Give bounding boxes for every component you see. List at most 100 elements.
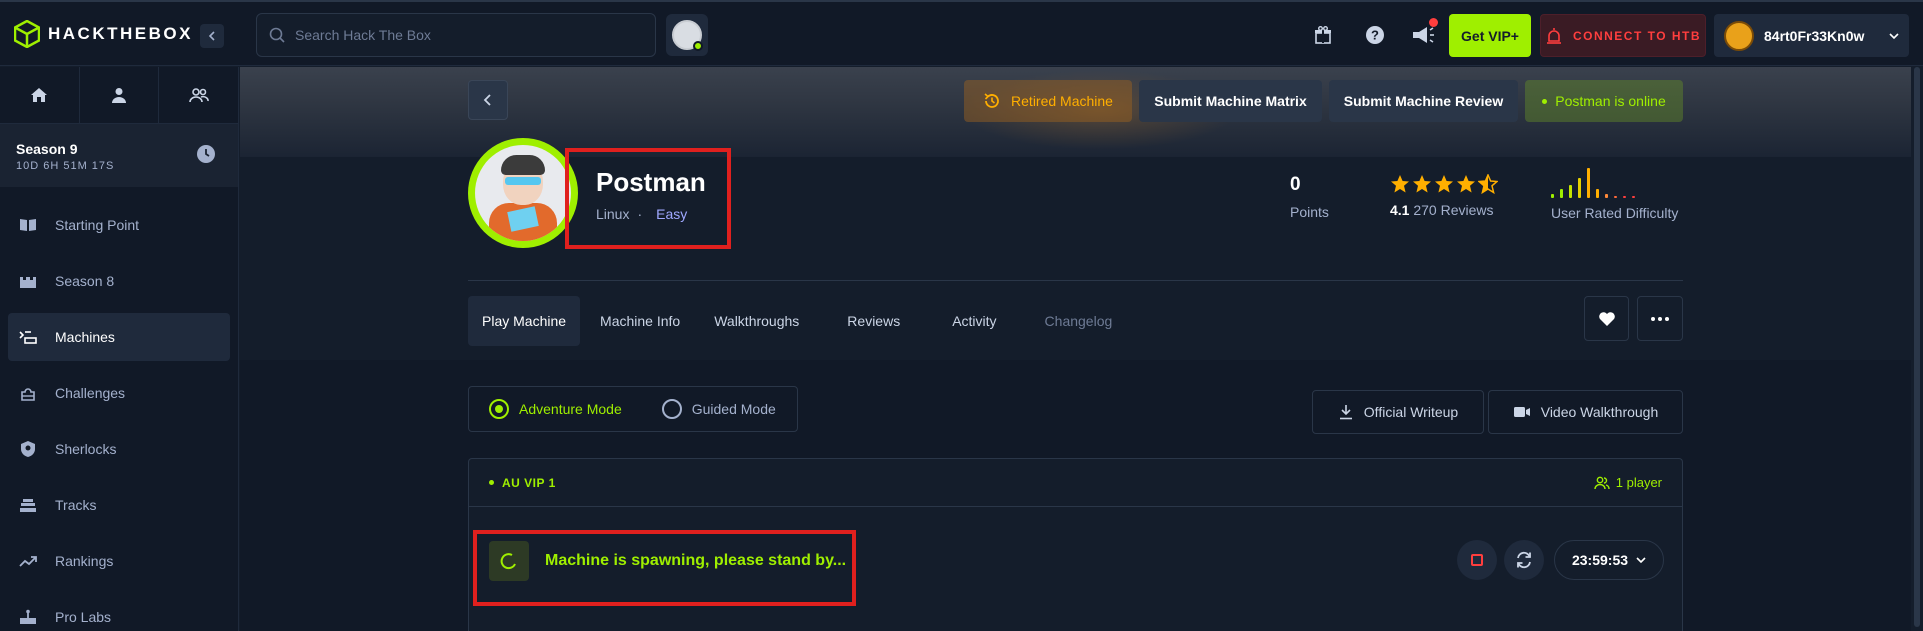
search-input[interactable] (295, 27, 635, 43)
history-icon (984, 93, 999, 108)
get-vip-button[interactable]: Get VIP+ (1449, 14, 1531, 57)
announcements-megaphone-icon[interactable] (1410, 18, 1438, 48)
castle-icon (19, 272, 37, 290)
chevron-left-icon (483, 94, 491, 106)
radio-selected-icon (489, 399, 509, 419)
username: 84rt0Fr33Kn0w (1764, 27, 1865, 44)
sidebar-item-sherlocks[interactable]: Sherlocks (8, 425, 230, 473)
sidebar-item-label: Machines (55, 329, 115, 345)
collapse-sidebar-button[interactable] (200, 24, 224, 48)
sidebar-tab-home[interactable] (0, 67, 80, 123)
tab-play-machine[interactable]: Play Machine (468, 296, 581, 346)
points-label: Points (1290, 204, 1329, 220)
tab-walkthroughs[interactable]: Walkthroughs (700, 296, 813, 346)
download-icon (1339, 405, 1352, 420)
official-writeup-button[interactable]: Official Writeup (1312, 390, 1484, 434)
guided-mode-option[interactable]: Guided Mode (642, 387, 796, 431)
submit-machine-matrix-button[interactable]: Submit Machine Matrix (1139, 80, 1322, 122)
adventure-mode-option[interactable]: Adventure Mode (469, 387, 642, 431)
mode-selector: Adventure Mode Guided Mode (468, 386, 798, 432)
search-icon (269, 27, 285, 43)
difficulty-bar (1587, 168, 1590, 198)
page-scrollbar[interactable] (1911, 67, 1923, 631)
instance-header: AU VIP 1 1 player (469, 459, 1682, 507)
sidebar-item-label: Pro Labs (55, 609, 112, 625)
machine-timer-dropdown[interactable]: 23:59:53 (1554, 540, 1664, 580)
difficulty-bar (1551, 194, 1554, 198)
home-icon (31, 88, 48, 102)
difficulty-chart (1551, 164, 1635, 198)
back-button[interactable] (468, 80, 508, 120)
tab-reviews[interactable]: Reviews (833, 296, 914, 346)
user-rated-difficulty: User Rated Difficulty (1551, 205, 1678, 221)
season-title: Season 9 (16, 141, 78, 157)
sidebar-item-label: Starting Point (55, 217, 140, 233)
video-camera-icon (1513, 407, 1530, 417)
sidebar-tab-team[interactable] (159, 67, 238, 123)
htb-logo[interactable]: HACKTHEBOX (14, 20, 193, 48)
stop-machine-button[interactable] (1457, 540, 1497, 580)
difficulty-bar (1632, 196, 1635, 198)
machine-avatar-shortcut[interactable] (666, 14, 708, 56)
svg-text:?: ? (1371, 28, 1379, 43)
search-box[interactable] (256, 13, 656, 57)
sidebar-item-rankings[interactable]: Rankings (8, 537, 230, 585)
tab-machine-info[interactable]: Machine Info (586, 296, 694, 346)
sidebar-item-pro-labs[interactable]: Pro Labs (8, 593, 230, 631)
submit-machine-review-button[interactable]: Submit Machine Review (1329, 80, 1518, 122)
rating-summary: 4.1 270 Reviews (1390, 202, 1498, 218)
difficulty-bar (1569, 185, 1572, 198)
difficulty-bar (1614, 196, 1617, 198)
user-avatar (1724, 20, 1754, 51)
sidebar-item-label: Sherlocks (55, 441, 117, 457)
video-walkthrough-button[interactable]: Video Walkthrough (1488, 390, 1683, 434)
user-menu[interactable]: 84rt0Fr33Kn0w (1714, 14, 1909, 57)
season-panel[interactable]: Season 9 10D 6H 51M 17S (0, 124, 238, 187)
avatar-image (672, 20, 703, 51)
logo-text: HACKTHEBOX (48, 24, 193, 43)
online-label: Postman is online (1555, 93, 1666, 109)
connect-to-htb-button[interactable]: CONNECT TO HTB (1540, 14, 1706, 57)
help-icon[interactable]: ? (1362, 22, 1388, 48)
annotation-highlight-spawn-status (473, 530, 856, 606)
connect-label: CONNECT TO HTB (1572, 28, 1702, 43)
machine-avatar-image (475, 145, 571, 241)
sidebar-item-challenges[interactable]: Challenges (8, 369, 230, 417)
status-bullet (1542, 98, 1548, 104)
rating-value: 4.1 (1390, 202, 1410, 218)
chevron-left-icon (208, 31, 215, 41)
writeup-label: Official Writeup (1363, 404, 1459, 420)
scrollbar-thumb[interactable] (1914, 67, 1920, 627)
retired-label: Retired Machine (1011, 93, 1113, 109)
lab-network-icon (19, 608, 37, 626)
star-full-icon (1391, 175, 1409, 193)
book-open-icon (19, 216, 37, 234)
sidebar-tab-profile[interactable] (80, 67, 160, 123)
more-options-button[interactable] (1637, 296, 1683, 341)
tab-activity[interactable]: Activity (938, 296, 1010, 346)
sidebar-item-label: Season 8 (55, 273, 115, 289)
retired-machine-button[interactable]: Retired Machine (964, 80, 1132, 122)
tab-changelog[interactable]: Changelog (1031, 296, 1127, 346)
sidebar-item-season-8[interactable]: Season 8 (8, 257, 230, 305)
reset-machine-button[interactable] (1504, 540, 1544, 580)
sidebar-item-starting-point[interactable]: Starting Point (8, 201, 230, 249)
sidebar: Season 9 10D 6H 51M 17S Starting Point S… (0, 67, 239, 631)
chevron-down-icon (1889, 32, 1899, 39)
gift-icon[interactable] (1310, 22, 1336, 48)
favorite-button[interactable] (1584, 296, 1629, 341)
rating-stat[interactable]: 4.1 270 Reviews (1390, 174, 1498, 218)
vpn-server[interactable]: AU VIP 1 (489, 476, 556, 490)
sidebar-item-tracks[interactable]: Tracks (8, 481, 230, 529)
radio-unselected-icon (661, 399, 682, 419)
sidebar-item-label: Tracks (55, 497, 97, 513)
star-half-icon (1478, 174, 1498, 194)
annotation-highlight-machine-title (565, 148, 731, 249)
sidebar-tabs (0, 67, 238, 124)
sidebar-item-machines[interactable]: Machines (8, 313, 230, 361)
stop-square-icon (1471, 554, 1483, 566)
difficulty-bar (1560, 189, 1563, 198)
server-status-bullet (489, 480, 494, 485)
season-countdown: 10D 6H 51M 17S (16, 160, 115, 172)
online-status-dot (693, 41, 703, 51)
